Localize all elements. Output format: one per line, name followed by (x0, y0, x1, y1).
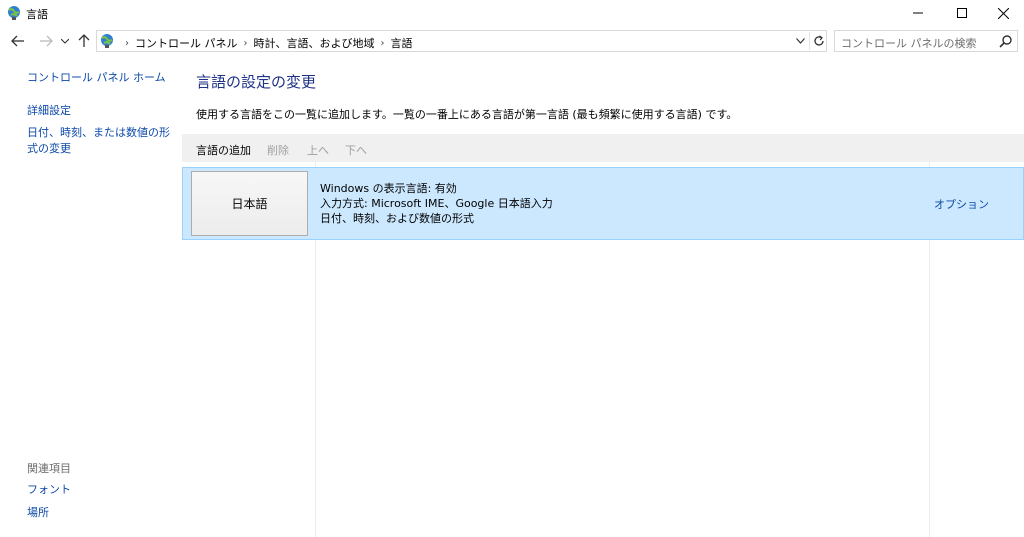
breadcrumb-item-clock-language-region[interactable]: 時計、言語、および地域 (254, 35, 375, 51)
page-title: 言語の設定の変更 (196, 73, 317, 91)
address-dropdown-button[interactable] (793, 34, 807, 48)
minimize-button[interactable] (895, 0, 941, 26)
input-methods: 入力方式: Microsoft IME、Google 日本語入力 (320, 197, 553, 210)
arrow-up-icon (78, 34, 90, 47)
refresh-icon (813, 35, 824, 46)
search-input[interactable]: コントロール パネルの検索 (834, 30, 1018, 52)
refresh-button[interactable] (809, 32, 827, 50)
language-name-button[interactable]: 日本語 (191, 171, 308, 236)
control-panel-home-link[interactable]: コントロール パネル ホーム (27, 70, 166, 86)
search-placeholder: コントロール パネルの検索 (841, 37, 977, 50)
address-bar[interactable]: › コントロール パネル › 時計、言語、および地域 › 言語 (96, 30, 827, 52)
remove-language-button[interactable]: 削除 (267, 142, 289, 158)
chevron-right-icon[interactable]: › (244, 38, 248, 49)
title-bar: 言語 (0, 0, 1024, 26)
move-down-button[interactable]: 下へ (345, 142, 367, 158)
breadcrumb-item-language[interactable]: 言語 (391, 35, 413, 51)
move-up-button[interactable]: 上へ (307, 142, 329, 158)
chevron-right-icon[interactable]: › (125, 38, 129, 49)
close-button[interactable] (980, 0, 1024, 26)
add-language-button[interactable]: 言語の追加 (196, 142, 251, 158)
chevron-down-icon (61, 38, 69, 44)
search-icon[interactable] (999, 34, 1013, 48)
forward-button[interactable] (36, 31, 56, 51)
maximize-button[interactable] (939, 0, 985, 26)
arrow-right-icon (40, 35, 53, 47)
language-options-link[interactable]: オプション (934, 196, 989, 212)
language-list-item[interactable]: 日本語 Windows の表示言語: 有効 入力方式: Microsoft IM… (182, 167, 1024, 240)
format-info: 日付、時刻、および数値の形式 (320, 212, 474, 225)
back-button[interactable] (8, 31, 28, 51)
language-toolbar: 言語の追加 削除 上へ 下へ (182, 134, 1024, 162)
page-description: 使用する言語をこの一覧に追加します。一覧の一番上にある言語が第一言語 (最も頻繁… (196, 108, 738, 121)
up-button[interactable] (76, 31, 92, 51)
chevron-down-icon (795, 38, 805, 44)
related-items-heading: 関連項目 (27, 462, 71, 475)
chevron-right-icon[interactable]: › (381, 38, 385, 49)
arrow-left-icon (11, 35, 24, 47)
breadcrumb-item-control-panel[interactable]: コントロール パネル (135, 35, 238, 51)
breadcrumb: › コントロール パネル › 時計、言語、および地域 › 言語 (119, 35, 413, 51)
navigation-bar: › コントロール パネル › 時計、言語、および地域 › 言語 コントロール パ… (0, 29, 1024, 53)
recent-locations-button[interactable] (58, 31, 72, 51)
display-language-status: Windows の表示言語: 有効 (320, 182, 457, 195)
fonts-link[interactable]: フォント (27, 482, 71, 498)
location-link[interactable]: 場所 (27, 505, 49, 521)
globe-icon (99, 33, 115, 49)
advanced-settings-link[interactable]: 詳細設定 (27, 103, 71, 119)
left-navigation-pane: コントロール パネル ホーム 詳細設定 日付、時刻、または数値の形式の変更 関連… (0, 55, 182, 537)
language-details: Windows の表示言語: 有効 入力方式: Microsoft IME、Go… (320, 181, 553, 226)
change-date-time-format-link[interactable]: 日付、時刻、または数値の形式の変更 (27, 125, 177, 157)
globe-icon (6, 5, 22, 21)
window-title: 言語 (26, 8, 48, 21)
